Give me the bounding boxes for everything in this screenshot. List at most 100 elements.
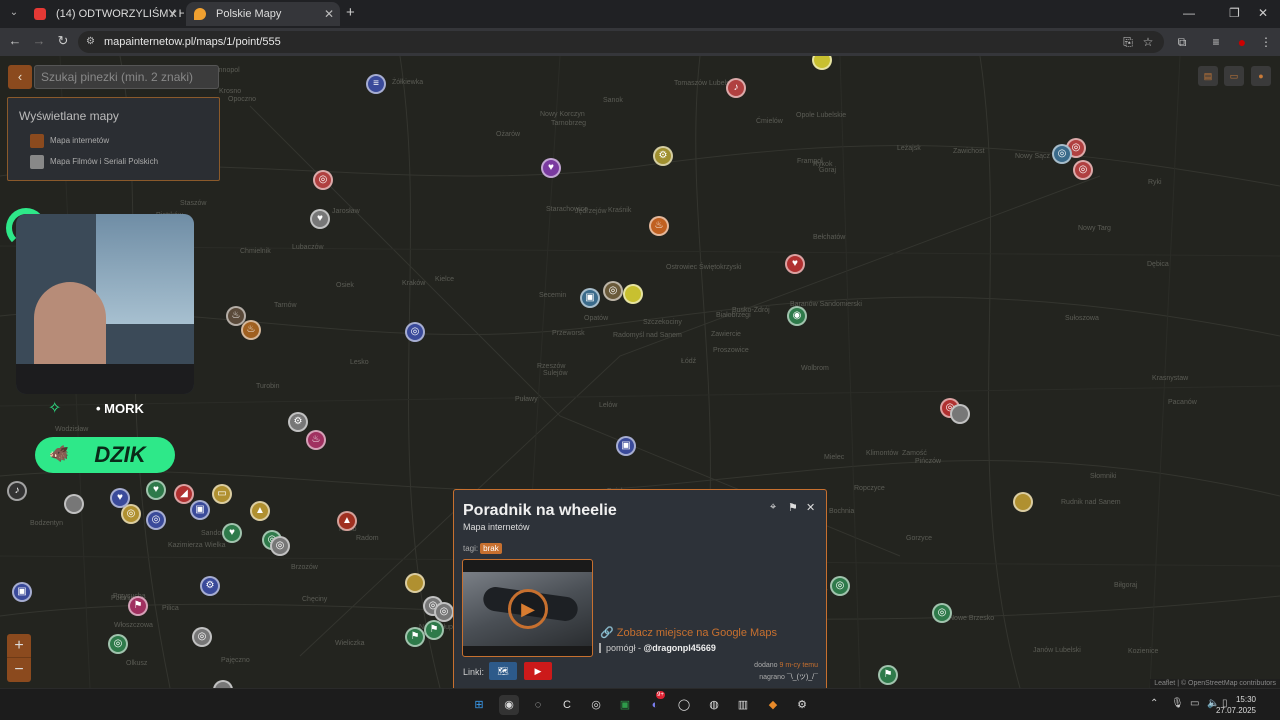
map-pin-marker[interactable]	[623, 284, 643, 304]
map-pin-marker[interactable]: ♥	[541, 158, 561, 178]
map-pin-marker[interactable]: ◎	[830, 576, 850, 596]
site-info-icon[interactable]: ⚙	[86, 36, 98, 48]
helper-username[interactable]: @dragonpl45669	[644, 643, 716, 653]
address-bar[interactable]: ⚙ mapainternetow.pl/maps/1/point/555	[78, 31, 1164, 53]
map-pin-marker[interactable]: ◎	[1052, 144, 1072, 164]
map-pin-marker[interactable]: ≡	[366, 74, 386, 94]
map-pin-marker[interactable]: ⚙	[653, 146, 673, 166]
map-attribution[interactable]: Leaflet | © OpenStreetMap contributors	[1150, 679, 1280, 688]
map-pin-marker[interactable]: ◎	[434, 602, 454, 622]
map-pin-marker[interactable]: ▣	[580, 288, 600, 308]
map-pin-marker[interactable]	[1013, 492, 1033, 512]
map-layer-button-1[interactable]: ▤	[1198, 66, 1218, 86]
map-pin-marker[interactable]: ♥	[785, 254, 805, 274]
map-pin-marker[interactable]	[950, 404, 970, 424]
legend-item-mapa-filmow[interactable]: Mapa Filmów i Seriali Polskich	[30, 155, 158, 169]
map-pin-marker[interactable]: ⚑	[424, 620, 444, 640]
app-icon-10[interactable]: ◆	[763, 695, 783, 715]
app-icon-8[interactable]: ◍	[704, 695, 724, 715]
tray-chevron-icon[interactable]: ⌃	[1150, 698, 1158, 709]
microphone-icon[interactable]: 🎙	[1171, 698, 1184, 709]
tab-search-button[interactable]: ⌄	[6, 5, 22, 21]
map-pin-marker[interactable]: ⚙	[288, 412, 308, 432]
close-window-icon[interactable]: ✕	[1258, 6, 1268, 20]
close-popup-icon[interactable]: ✕	[806, 501, 815, 514]
map-pin-marker[interactable]: ▣	[190, 500, 210, 520]
map-pin-marker[interactable]: ▲	[250, 501, 270, 521]
map-pin-marker[interactable]: ♨	[306, 430, 326, 450]
youtube-link-button[interactable]: ▶	[524, 662, 552, 680]
map-link-button[interactable]: 🗺	[489, 662, 517, 680]
tab-polskie-mapy[interactable]: Polskie Mapy ✕	[186, 2, 340, 26]
close-tab-icon[interactable]: ✕	[168, 2, 178, 26]
minimize-icon[interactable]: —	[1183, 6, 1195, 20]
maximize-icon[interactable]: ❐	[1229, 6, 1240, 20]
map-pin-marker[interactable]: ♨	[649, 216, 669, 236]
map-pin-marker[interactable]: ◢	[174, 484, 194, 504]
settings-gear-icon[interactable]: ⚙	[792, 695, 812, 715]
crosshair-icon[interactable]: ⌖	[770, 501, 776, 514]
start-icon[interactable]: ⊞	[469, 695, 489, 715]
map-pin-marker[interactable]	[64, 494, 84, 514]
map-pin-marker[interactable]	[405, 573, 425, 593]
map-pin-marker[interactable]: ♥	[110, 488, 130, 508]
close-tab-icon[interactable]: ✕	[324, 2, 334, 26]
zoom-out-button[interactable]: −	[7, 658, 31, 682]
map-pin-marker[interactable]: ◎	[1073, 160, 1093, 180]
app-icon-3[interactable]: C	[557, 695, 577, 715]
media-control-icon[interactable]: ≡	[1208, 34, 1224, 50]
back-icon[interactable]: ←	[6, 33, 24, 48]
menu-dots-icon[interactable]: ⋮	[1258, 34, 1274, 50]
steam-icon[interactable]: ◎	[586, 695, 606, 715]
extensions-icon[interactable]: ⧉	[1174, 34, 1190, 50]
map-pin-marker[interactable]: ▣	[616, 436, 636, 456]
map-pin-marker[interactable]: ⚑	[128, 596, 148, 616]
map-layer-button-2[interactable]: ▭	[1224, 66, 1244, 86]
map-pin-marker[interactable]: ◎	[270, 536, 290, 556]
map-layer-button-3[interactable]: ●	[1251, 66, 1271, 86]
map-pin-marker[interactable]: ♥	[222, 523, 242, 543]
bookmark-star-icon[interactable]: ☆	[1140, 34, 1156, 50]
tab-youtube[interactable]: (14) ODTWORZYLIŚMY HITY PO ✕	[26, 2, 184, 26]
video-thumbnail[interactable]: ▶	[462, 559, 593, 657]
profile-avatar[interactable]: ●	[1234, 34, 1250, 50]
google-maps-link[interactable]: 🔗 Zobacz miejsce na Google Maps	[600, 626, 777, 639]
map-pin-marker[interactable]: ♪	[726, 78, 746, 98]
map-pin-marker[interactable]: ▣	[12, 582, 32, 602]
map-pin-marker[interactable]: ▭	[212, 484, 232, 504]
map-pin-marker[interactable]: ▲	[337, 511, 357, 531]
map-pin-marker[interactable]: ⚙	[200, 576, 220, 596]
play-icon[interactable]: ▶	[508, 589, 548, 629]
chrome-icon[interactable]: ◉	[499, 695, 519, 715]
network-icon[interactable]: ▭	[1190, 698, 1199, 709]
map-pin-marker[interactable]: ♥	[310, 209, 330, 229]
back-button[interactable]: ‹	[8, 65, 32, 89]
forward-icon[interactable]: →	[30, 33, 48, 48]
tag-badge[interactable]: brak	[480, 543, 502, 554]
map-pin-marker[interactable]: ♥	[146, 480, 166, 500]
pin-search-input[interactable]: Szukaj pinezki (min. 2 znaki)	[34, 65, 219, 89]
map-pin-marker[interactable]: ◎	[192, 627, 212, 647]
discord-icon[interactable]: ◐ 9+	[645, 691, 665, 715]
excel-icon[interactable]: ▣	[615, 695, 635, 715]
legend-item-mapa-internetow[interactable]: Mapa internetów	[30, 134, 109, 148]
reload-icon[interactable]: ↻	[54, 33, 72, 49]
flag-icon[interactable]: ⚑	[788, 501, 798, 514]
new-tab-button[interactable]: +	[346, 4, 355, 21]
map-pin-marker[interactable]: ⚑	[878, 665, 898, 685]
system-clock[interactable]: 15:30 27.07.2025	[1216, 694, 1256, 716]
map-pin-marker[interactable]: ◎	[313, 170, 333, 190]
map-pin-marker[interactable]: ♨	[241, 320, 261, 340]
map-pin-marker[interactable]: ◎	[932, 603, 952, 623]
app-icon-7[interactable]: ◯	[674, 695, 694, 715]
install-app-icon[interactable]: ⎘	[1120, 34, 1136, 50]
map-pin-marker[interactable]: ◎	[108, 634, 128, 654]
zoom-in-button[interactable]: +	[7, 634, 31, 658]
app-icon-9[interactable]: ▥	[733, 695, 753, 715]
map-pin-marker[interactable]: ◉	[787, 306, 807, 326]
app-icon-2[interactable]: ◌	[528, 695, 548, 715]
map-pin-marker[interactable]: ♪	[7, 481, 27, 501]
map-pin-marker[interactable]: ⚑	[405, 627, 425, 647]
map-pin-marker[interactable]: ◎	[603, 281, 623, 301]
map-pin-marker[interactable]: ◎	[146, 510, 166, 530]
